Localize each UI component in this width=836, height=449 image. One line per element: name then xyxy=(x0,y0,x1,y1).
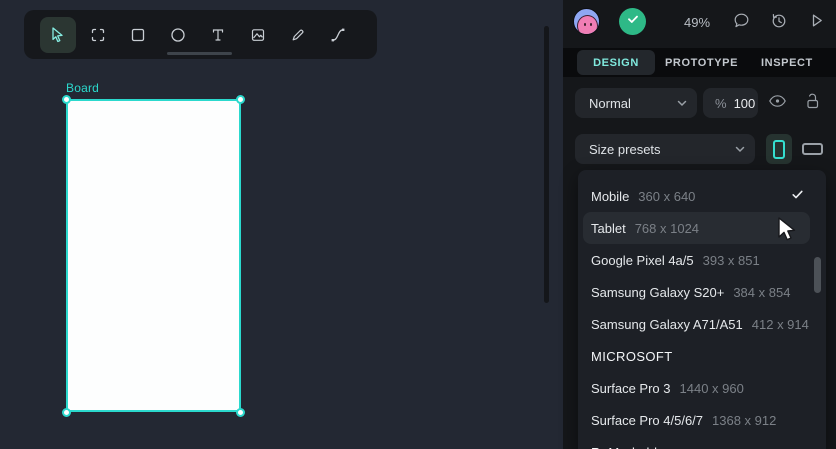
image-tool-button[interactable] xyxy=(240,17,276,53)
blend-mode-select[interactable]: Normal xyxy=(575,88,697,118)
preset-dims: 768 x 1024 xyxy=(634,220,700,236)
preset-name: Google Pixel 4a/5 xyxy=(591,252,694,268)
unlock-icon xyxy=(804,92,821,115)
orientation-landscape-button[interactable] xyxy=(796,134,828,164)
preset-name: Tablet xyxy=(591,220,626,236)
board-label[interactable]: Board xyxy=(66,81,99,95)
ellipse-icon xyxy=(169,26,187,44)
preset-dims: 1440 x 960 xyxy=(679,380,744,396)
preset-dims: 393 x 851 xyxy=(702,252,760,268)
chevron-down-icon xyxy=(677,100,687,107)
history-button[interactable] xyxy=(768,12,789,33)
landscape-icon xyxy=(801,143,823,155)
opacity-input[interactable]: % 100 xyxy=(703,88,758,118)
preset-option[interactable]: Tablet 768 x 1024 xyxy=(583,212,810,244)
comment-bubble-icon xyxy=(732,11,751,35)
board-frame[interactable] xyxy=(66,99,241,412)
preset-name: Surface Pro 3 xyxy=(591,380,671,396)
preset-name: Mobile xyxy=(591,188,630,204)
resize-handle-top-left[interactable] xyxy=(62,95,71,104)
canvas-viewport[interactable]: Board xyxy=(0,0,563,449)
toolbar-drag-handle[interactable] xyxy=(167,52,232,55)
size-presets-label: Size presets xyxy=(589,141,661,157)
preset-dims: 360 x 640 xyxy=(638,188,696,204)
board-tool-button[interactable] xyxy=(80,17,116,53)
zoom-level[interactable]: 49% xyxy=(684,15,718,30)
pencil-tool-button[interactable] xyxy=(280,17,316,53)
blend-mode-value: Normal xyxy=(589,95,631,111)
saved-status-button[interactable] xyxy=(619,8,646,35)
resize-handle-bottom-left[interactable] xyxy=(62,408,71,417)
move-tool-button[interactable] xyxy=(40,16,76,53)
play-icon xyxy=(807,11,826,35)
preset-option[interactable]: Samsung Galaxy A71/A51 412 x 914 xyxy=(583,308,810,340)
preset-list: Mobile 360 x 640 Tablet 768 x 1024 Googl… xyxy=(578,180,826,449)
play-button[interactable] xyxy=(806,12,827,33)
preset-dims: 384 x 854 xyxy=(733,284,791,300)
preset-option[interactable]: Surface Pro 4/5/6/7 1368 x 912 xyxy=(583,404,810,436)
text-icon xyxy=(209,26,227,44)
history-clock-icon xyxy=(769,11,788,35)
check-icon xyxy=(791,188,804,201)
tab-design[interactable]: DESIGN xyxy=(577,50,655,75)
visibility-toggle[interactable] xyxy=(768,94,787,113)
panel-tab-bar: DESIGN PROTOTYPE INSPECT xyxy=(563,48,836,77)
rectangle-tool-button[interactable] xyxy=(120,17,156,53)
size-presets-dropdown: Mobile 360 x 640 Tablet 768 x 1024 Googl… xyxy=(578,170,826,449)
percent-symbol: % xyxy=(715,95,727,111)
eye-icon xyxy=(768,94,787,113)
user-avatar[interactable] xyxy=(573,8,600,35)
path-curve-icon xyxy=(329,26,347,44)
preset-name: ReMarkable xyxy=(591,445,665,449)
check-circle-icon xyxy=(626,12,640,31)
preset-dims: 412 x 914 xyxy=(751,316,809,332)
preset-name: Samsung Galaxy A71/A51 xyxy=(591,316,743,332)
preset-option[interactable]: Mobile 360 x 640 xyxy=(583,180,810,212)
rectangle-icon xyxy=(129,26,147,44)
lock-toggle[interactable] xyxy=(803,92,822,115)
dropdown-scrollbar-thumb[interactable] xyxy=(814,257,821,293)
resize-handle-top-right[interactable] xyxy=(236,95,245,104)
preset-option[interactable]: Samsung Galaxy S20+ 384 x 854 xyxy=(583,276,810,308)
panel-header: 49% xyxy=(563,0,836,46)
avatar-illustration xyxy=(577,15,598,34)
preset-option[interactable]: Google Pixel 4a/5 393 x 851 xyxy=(583,244,810,276)
board-icon xyxy=(89,26,107,44)
preset-option[interactable]: Surface Pro 3 1440 x 960 xyxy=(583,372,810,404)
tab-inspect[interactable]: INSPECT xyxy=(761,50,813,75)
resize-handle-bottom-right[interactable] xyxy=(236,408,245,417)
preset-option[interactable]: ReMarkable xyxy=(583,436,810,449)
preset-dims: 1368 x 912 xyxy=(712,412,777,428)
portrait-icon xyxy=(773,139,785,159)
path-tool-button[interactable] xyxy=(320,17,356,53)
opacity-value: 100 xyxy=(733,95,756,111)
preset-name: Samsung Galaxy S20+ xyxy=(591,284,725,300)
size-presets-select[interactable]: Size presets xyxy=(575,134,755,164)
pencil-icon xyxy=(289,26,307,44)
cursor-icon xyxy=(49,26,67,44)
preset-name: MICROSOFT xyxy=(591,348,673,364)
image-icon xyxy=(249,26,267,44)
preset-name: Surface Pro 4/5/6/7 xyxy=(591,412,704,428)
ellipse-tool-button[interactable] xyxy=(160,17,196,53)
chevron-down-icon xyxy=(735,146,745,153)
comments-button[interactable] xyxy=(731,12,752,33)
orientation-portrait-button[interactable] xyxy=(766,134,792,164)
text-tool-button[interactable] xyxy=(200,17,236,53)
canvas-vertical-scrollbar[interactable] xyxy=(544,26,549,303)
preset-option[interactable]: MICROSOFT xyxy=(583,340,810,372)
tab-prototype[interactable]: PROTOTYPE xyxy=(665,50,738,75)
right-sidebar: 49% DESIGN PROTOTYPE INSPECT Normal % 10… xyxy=(563,0,836,449)
app-window: Board 49% DESIGN PROTOTYPE INSPECT Norma… xyxy=(0,0,836,449)
